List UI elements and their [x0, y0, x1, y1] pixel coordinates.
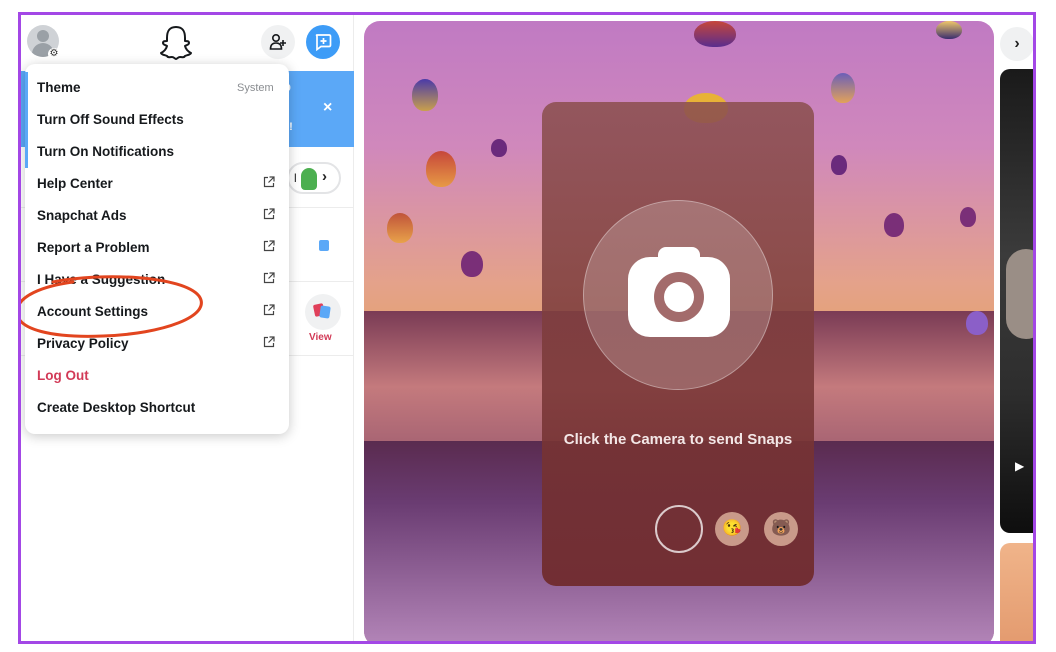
chevron-right-icon: › [322, 168, 327, 185]
story-card-icon [319, 305, 331, 319]
external-link-icon [263, 272, 275, 284]
menu-item-notifications[interactable]: Turn On Notifications [25, 136, 289, 168]
hot-air-balloon [831, 73, 855, 103]
menu-item-label: Account Settings [37, 304, 149, 319]
camera-card: Click the Camera to send Snaps 😘 🐻 [542, 102, 814, 586]
external-link-icon [263, 208, 275, 220]
lens-thumbnail[interactable]: 🐻 [764, 512, 798, 546]
story-card[interactable]: ▶ [1000, 69, 1033, 533]
camera-prompt: Click the Camera to send Snaps [563, 431, 793, 448]
menu-item-label: Turn Off Sound Effects [37, 112, 184, 127]
add-friend-button[interactable] [261, 25, 295, 59]
gear-icon[interactable]: ⚙ [48, 48, 60, 60]
settings-menu: Theme System Turn Off Sound Effects Turn… [25, 64, 289, 434]
menu-item-label: Log Out [37, 368, 89, 383]
hot-air-balloon [461, 251, 483, 277]
close-icon[interactable]: × [323, 99, 332, 117]
avatar-head [37, 30, 49, 42]
hot-air-balloon [831, 155, 847, 175]
menu-item-theme[interactable]: Theme System [25, 72, 289, 104]
hot-air-balloon [884, 213, 904, 237]
hot-air-balloon [960, 207, 976, 227]
snapchat-ghost-icon[interactable] [159, 24, 193, 60]
menu-item-snapchat-ads[interactable]: Snapchat Ads [25, 200, 289, 232]
new-chat-icon [315, 34, 332, 51]
sidebar: ⚙ p s! × l [21, 15, 354, 641]
menu-item-suggestion[interactable]: I Have a Suggestion [25, 264, 289, 296]
camera-panel: Click the Camera to send Snaps 😘 🐻 [364, 21, 994, 641]
menu-item-account-settings[interactable]: Account Settings [25, 296, 289, 328]
new-chat-button[interactable] [306, 25, 340, 59]
chevron-right-icon[interactable]: › [1000, 27, 1033, 61]
pill-text: l [294, 171, 297, 185]
hot-air-balloon [966, 311, 988, 335]
external-link-icon [263, 336, 275, 348]
capture-ring-button[interactable] [655, 505, 703, 553]
play-icon: ▶ [1015, 459, 1025, 473]
menu-item-label: Create Desktop Shortcut [37, 400, 196, 415]
external-link-icon [263, 176, 275, 188]
menu-item-label: Help Center [37, 176, 113, 191]
lens-thumbnail[interactable]: 😘 [715, 512, 749, 546]
story-card[interactable] [1000, 543, 1033, 641]
external-link-icon [263, 304, 275, 316]
external-link-icon [263, 240, 275, 252]
hot-air-balloon [936, 21, 962, 39]
hot-air-balloon [426, 151, 456, 187]
add-friend-icon [269, 33, 286, 50]
spotlight-column: › ▶ [1000, 21, 1033, 641]
menu-item-log-out[interactable]: Log Out [25, 360, 289, 392]
stories-view-button[interactable] [305, 294, 341, 330]
menu-item-label: Snapchat Ads [37, 208, 127, 223]
bitmoji-pill[interactable]: l › [287, 162, 341, 194]
menu-item-label: I Have a Suggestion [37, 272, 166, 287]
menu-item-sound-effects[interactable]: Turn Off Sound Effects [25, 104, 289, 136]
story-thumbnail [1006, 249, 1033, 339]
menu-item-label: Report a Problem [37, 240, 150, 255]
view-label[interactable]: View [309, 332, 332, 343]
hot-air-balloon [694, 21, 736, 47]
hot-air-balloon [491, 139, 507, 157]
hot-air-balloon [412, 79, 438, 111]
menu-item-desktop-shortcut[interactable]: Create Desktop Shortcut [25, 392, 289, 424]
menu-item-help-center[interactable]: Help Center [25, 168, 289, 200]
menu-item-label: Turn On Notifications [37, 144, 174, 159]
menu-item-privacy-policy[interactable]: Privacy Policy [25, 328, 289, 360]
camera-icon [664, 282, 694, 312]
theme-value: System [237, 82, 274, 94]
sidebar-topbar: ⚙ [21, 15, 354, 67]
app-frame: ⚙ p s! × l [18, 12, 1036, 644]
camera-capture-button[interactable] [583, 200, 773, 390]
menu-item-report-problem[interactable]: Report a Problem [25, 232, 289, 264]
chat-icon[interactable] [319, 240, 329, 251]
hot-air-balloon [387, 213, 413, 243]
menu-item-label: Theme [37, 80, 81, 95]
bitmoji-icon [301, 168, 317, 190]
menu-item-label: Privacy Policy [37, 336, 129, 351]
